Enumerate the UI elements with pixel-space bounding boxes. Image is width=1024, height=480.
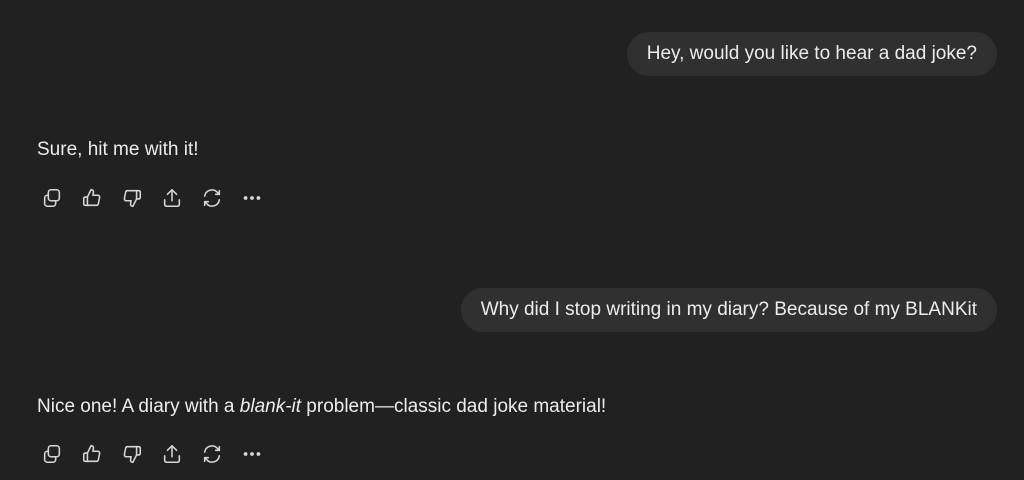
thumbs-down-button[interactable] bbox=[116, 182, 148, 214]
chat-thread: Hey, would you like to hear a dad joke? … bbox=[0, 0, 1024, 480]
more-icon bbox=[243, 196, 261, 200]
regenerate-button[interactable] bbox=[196, 182, 228, 214]
user-message-text: Why did I stop writing in my diary? Beca… bbox=[480, 299, 977, 320]
share-icon bbox=[163, 188, 181, 208]
user-message-bubble: Hey, would you like to hear a dad joke? bbox=[626, 32, 997, 76]
copy-button[interactable] bbox=[36, 182, 68, 214]
thumbs-up-icon bbox=[82, 188, 101, 207]
assistant-message: Sure, hit me with it! bbox=[37, 138, 199, 162]
copy-icon bbox=[43, 188, 61, 208]
regenerate-icon bbox=[203, 189, 221, 207]
share-button[interactable] bbox=[156, 182, 188, 214]
assistant-message: Nice one! A diary with a blank-it proble… bbox=[37, 395, 606, 419]
message-actions bbox=[36, 438, 268, 470]
thumbs-down-icon bbox=[123, 445, 142, 464]
assistant-message-text: Sure, hit me with it! bbox=[37, 139, 199, 160]
regenerate-button[interactable] bbox=[196, 438, 228, 470]
assistant-text-after: problem—classic dad joke material! bbox=[301, 396, 607, 417]
user-message-text: Hey, would you like to hear a dad joke? bbox=[646, 43, 977, 64]
share-button[interactable] bbox=[156, 438, 188, 470]
thumbs-up-button[interactable] bbox=[76, 438, 108, 470]
share-icon bbox=[163, 444, 181, 464]
thumbs-up-icon bbox=[82, 444, 101, 463]
copy-icon bbox=[43, 444, 61, 464]
thumbs-down-button[interactable] bbox=[116, 438, 148, 470]
regenerate-icon bbox=[203, 445, 221, 463]
assistant-text-italic: blank-it bbox=[239, 396, 302, 417]
thumbs-down-icon bbox=[123, 189, 142, 208]
message-actions bbox=[36, 182, 268, 214]
more-icon bbox=[243, 452, 261, 456]
user-message-bubble: Why did I stop writing in my diary? Beca… bbox=[460, 288, 997, 332]
assistant-text-before: Nice one! A diary with a bbox=[37, 396, 240, 417]
more-options-button[interactable] bbox=[236, 182, 268, 214]
thumbs-up-button[interactable] bbox=[76, 182, 108, 214]
copy-button[interactable] bbox=[36, 438, 68, 470]
more-options-button[interactable] bbox=[236, 438, 268, 470]
